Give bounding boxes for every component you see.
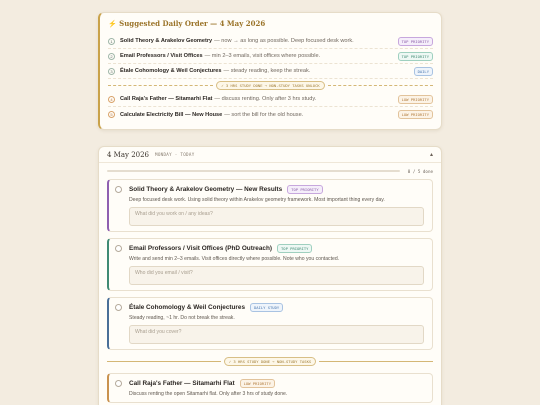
study-done-label: ✓ 3 HRS STUDY DONE → NON-STUDY TASKS — [223, 357, 317, 366]
priority-tag: TOP PRIORITY — [287, 185, 323, 194]
order-item-note: — now → as long as possible. Deep focuse… — [214, 38, 354, 44]
day-header[interactable]: 4 May 2026 MONDAY · TODAY ▴ — [99, 147, 441, 163]
order-item-note: — sort the bill for the old house. — [224, 111, 304, 118]
priority-tag: TOP PRIORITY — [277, 244, 313, 253]
order-item-name: Email Professors / Visit Offices — [120, 53, 203, 59]
task-description: Deep focused desk work. Using solid theo… — [129, 197, 385, 203]
task-title: Call Raja's Father — Sitamarhi Flat — [129, 380, 235, 387]
task-card: Solid Theory & Arakelov Geometry — New R… — [107, 179, 433, 232]
priority-tag: LOW PRIORITY — [397, 94, 433, 104]
task-checkbox[interactable] — [115, 380, 122, 387]
daily-tag: DAILY — [413, 66, 433, 76]
task-card: Étale Cohomology & Weil Conjectures DAIL… — [107, 297, 433, 350]
order-item: 1 Solid Theory & Arakelov Geometry — now… — [108, 34, 433, 49]
order-item: 3 Étale Cohomology & Weil Conjectures — … — [108, 64, 433, 79]
order-number: 4 — [108, 95, 115, 103]
task-card: Email Professors / Visit Offices (PhD Ou… — [107, 238, 433, 291]
task-notes-input[interactable]: Who did you email / visit? — [129, 266, 424, 285]
task-description: Steady reading, ~1 hr. Do not break the … — [129, 315, 235, 321]
order-item-note: — discuss renting. Only after 3 hrs stud… — [214, 96, 317, 102]
order-number: 5 — [108, 111, 115, 118]
order-number: 3 — [108, 67, 115, 75]
priority-tag: LOW PRIORITY — [397, 110, 433, 119]
priority-tag: TOP PRIORITY — [397, 36, 433, 46]
day-panel: 4 May 2026 MONDAY · TODAY ▴ 0 / 5 done S… — [98, 146, 442, 405]
task-description: Discuss renting the open Sitamarhi flat.… — [129, 391, 288, 397]
progress-row: 0 / 5 done — [99, 163, 441, 179]
task-description: Write and send min 2–3 emails. Visit off… — [129, 256, 340, 262]
order-item: 2 Email Professors / Visit Offices — min… — [108, 49, 433, 64]
suggested-order-card: ⚡ Suggested Daily Order — 4 May 2026 1 S… — [98, 12, 442, 130]
task-checkbox[interactable] — [115, 304, 122, 311]
task-notes-input[interactable]: What did you work on / any ideas? — [129, 207, 424, 226]
task-notes-input[interactable]: What did you cover? — [129, 325, 424, 344]
task-checkbox[interactable] — [115, 245, 122, 252]
daily-tag: DAILY STUDY — [250, 303, 284, 312]
study-unlock-divider: ✓ 3 HRS STUDY DONE → NON-STUDY TASKS UNL… — [108, 80, 434, 91]
task-title: Étale Cohomology & Weil Conjectures — [129, 304, 245, 311]
day-date: 4 May 2026 — [107, 150, 150, 159]
day-meta: MONDAY · TODAY — [155, 152, 195, 157]
progress-bar — [107, 170, 400, 172]
suggested-order-title: ⚡ Suggested Daily Order — 4 May 2026 — [108, 19, 266, 28]
order-number: 1 — [108, 37, 115, 45]
study-unlock-label: ✓ 3 HRS STUDY DONE → NON-STUDY TASKS UNL… — [216, 81, 325, 90]
order-item-name: Étale Cohomology & Weil Conjectures — [120, 68, 222, 74]
order-number: 2 — [108, 52, 115, 60]
task-card: Call Raja's Father — Sitamarhi Flat LOW … — [107, 373, 433, 403]
task-checkbox[interactable] — [115, 186, 122, 193]
order-item-note: — steady reading, keep the streak. — [223, 68, 311, 74]
progress-count: 0 / 5 done — [407, 168, 433, 174]
study-done-divider: ✓ 3 HRS STUDY DONE → NON-STUDY TASKS — [107, 356, 434, 367]
order-item-name: Calculate Electricity Bill — New House — [120, 111, 223, 118]
priority-tag: TOP PRIORITY — [397, 51, 433, 61]
order-item: 4 Call Raja's Father — Sitamarhi Flat — … — [108, 92, 433, 107]
priority-tag: LOW PRIORITY — [239, 379, 276, 388]
order-item: 5 Calculate Electricity Bill — New House… — [108, 107, 433, 122]
task-title: Solid Theory & Arakelov Geometry — New R… — [129, 186, 283, 193]
order-item-name: Call Raja's Father — Sitamarhi Flat — [120, 96, 213, 102]
task-title: Email Professors / Visit Offices (PhD Ou… — [129, 245, 273, 252]
collapse-chevron-icon[interactable]: ▴ — [430, 151, 433, 158]
order-item-name: Solid Theory & Arakelov Geometry — [120, 38, 213, 44]
order-item-note: — min 2–3 emails, visit offices where po… — [204, 53, 321, 59]
